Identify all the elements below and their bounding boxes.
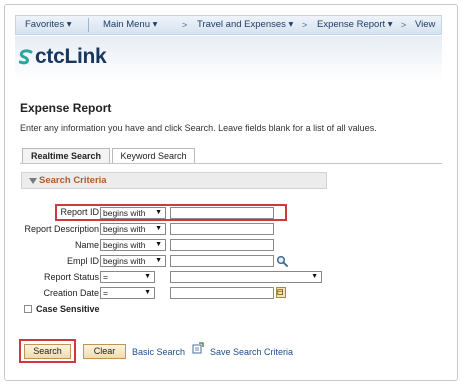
name-operator[interactable]: begins with ▼ [100, 239, 166, 251]
report-description-operator[interactable]: begins with ▼ [100, 223, 166, 235]
chevron-down-icon: ▾ [288, 19, 294, 30]
case-sensitive-label: Case Sensitive [36, 304, 100, 314]
page-instructions: Enter any information you have and click… [20, 123, 377, 133]
empl-id-label: Empl ID [66, 256, 99, 266]
name-label: Name [74, 240, 99, 250]
breadcrumb-arrow-icon: > [182, 20, 188, 30]
page-title: Expense Report [20, 101, 112, 115]
search-criteria-header[interactable]: Search Criteria [21, 172, 327, 189]
collapse-triangle-icon [29, 178, 37, 184]
creation-date-operator[interactable]: = ▼ [100, 287, 155, 299]
breadcrumb-arrow-icon: > [401, 20, 407, 30]
ctclink-logo-icon [19, 49, 33, 65]
nav-main-menu[interactable]: Main Menu ▾ [103, 16, 157, 34]
lookup-magnifier-icon[interactable] [276, 255, 288, 267]
chevron-down-icon: ▾ [387, 19, 393, 30]
calendar-grid-icon [277, 289, 283, 295]
save-criteria-icon[interactable] [192, 342, 204, 354]
dropdown-arrow-icon: ▼ [144, 273, 151, 280]
report-id-operator[interactable]: begins with ▼ [100, 207, 166, 219]
report-status-select[interactable]: ▼ [170, 271, 322, 283]
tab-realtime-search[interactable]: Realtime Search [22, 148, 110, 164]
nav-travel-expenses[interactable]: Travel and Expenses ▾ [197, 16, 293, 34]
clear-button[interactable]: Clear [83, 344, 126, 359]
search-criteria-label: Search Criteria [39, 175, 107, 186]
nav-separator [88, 18, 89, 32]
dropdown-arrow-icon: ▼ [155, 241, 162, 248]
tab-keyword-search[interactable]: Keyword Search [112, 148, 195, 164]
dropdown-arrow-icon: ▼ [144, 289, 151, 296]
chevron-down-icon: ▾ [66, 19, 72, 30]
nav-view[interactable]: View [415, 16, 435, 34]
logo-banner: ctcLink [15, 36, 442, 80]
report-description-input[interactable] [170, 223, 274, 235]
report-description-label: Report Description [24, 224, 99, 234]
save-search-criteria-link[interactable]: Save Search Criteria [210, 347, 293, 357]
tab-divider [20, 163, 442, 164]
breadcrumb-arrow-icon: > [302, 20, 308, 30]
case-sensitive-checkbox[interactable] [24, 305, 32, 313]
chevron-down-icon: ▾ [152, 19, 158, 30]
nav-bar: Favorites ▾ Main Menu ▾ > Travel and Exp… [15, 15, 442, 35]
creation-date-input[interactable] [170, 287, 274, 299]
nav-favorites[interactable]: Favorites ▾ [25, 16, 72, 34]
report-id-input[interactable] [170, 207, 274, 219]
report-status-label: Report Status [43, 272, 99, 282]
search-button[interactable]: Search [24, 344, 71, 359]
report-status-operator[interactable]: = ▼ [100, 271, 155, 283]
calendar-icon[interactable] [276, 287, 286, 298]
empl-id-input[interactable] [170, 255, 274, 267]
dropdown-arrow-icon: ▼ [311, 273, 318, 280]
report-id-label: Report ID [60, 207, 99, 217]
creation-date-label: Creation Date [43, 288, 99, 298]
nav-expense-report[interactable]: Expense Report ▾ [317, 16, 393, 34]
name-input[interactable] [170, 239, 274, 251]
ctclink-logo-text: ctcLink [35, 45, 107, 68]
dropdown-arrow-icon: ▼ [155, 209, 162, 216]
dropdown-arrow-icon: ▼ [155, 225, 162, 232]
basic-search-link[interactable]: Basic Search [132, 347, 185, 357]
empl-id-operator[interactable]: begins with ▼ [100, 255, 166, 267]
dropdown-arrow-icon: ▼ [155, 257, 162, 264]
